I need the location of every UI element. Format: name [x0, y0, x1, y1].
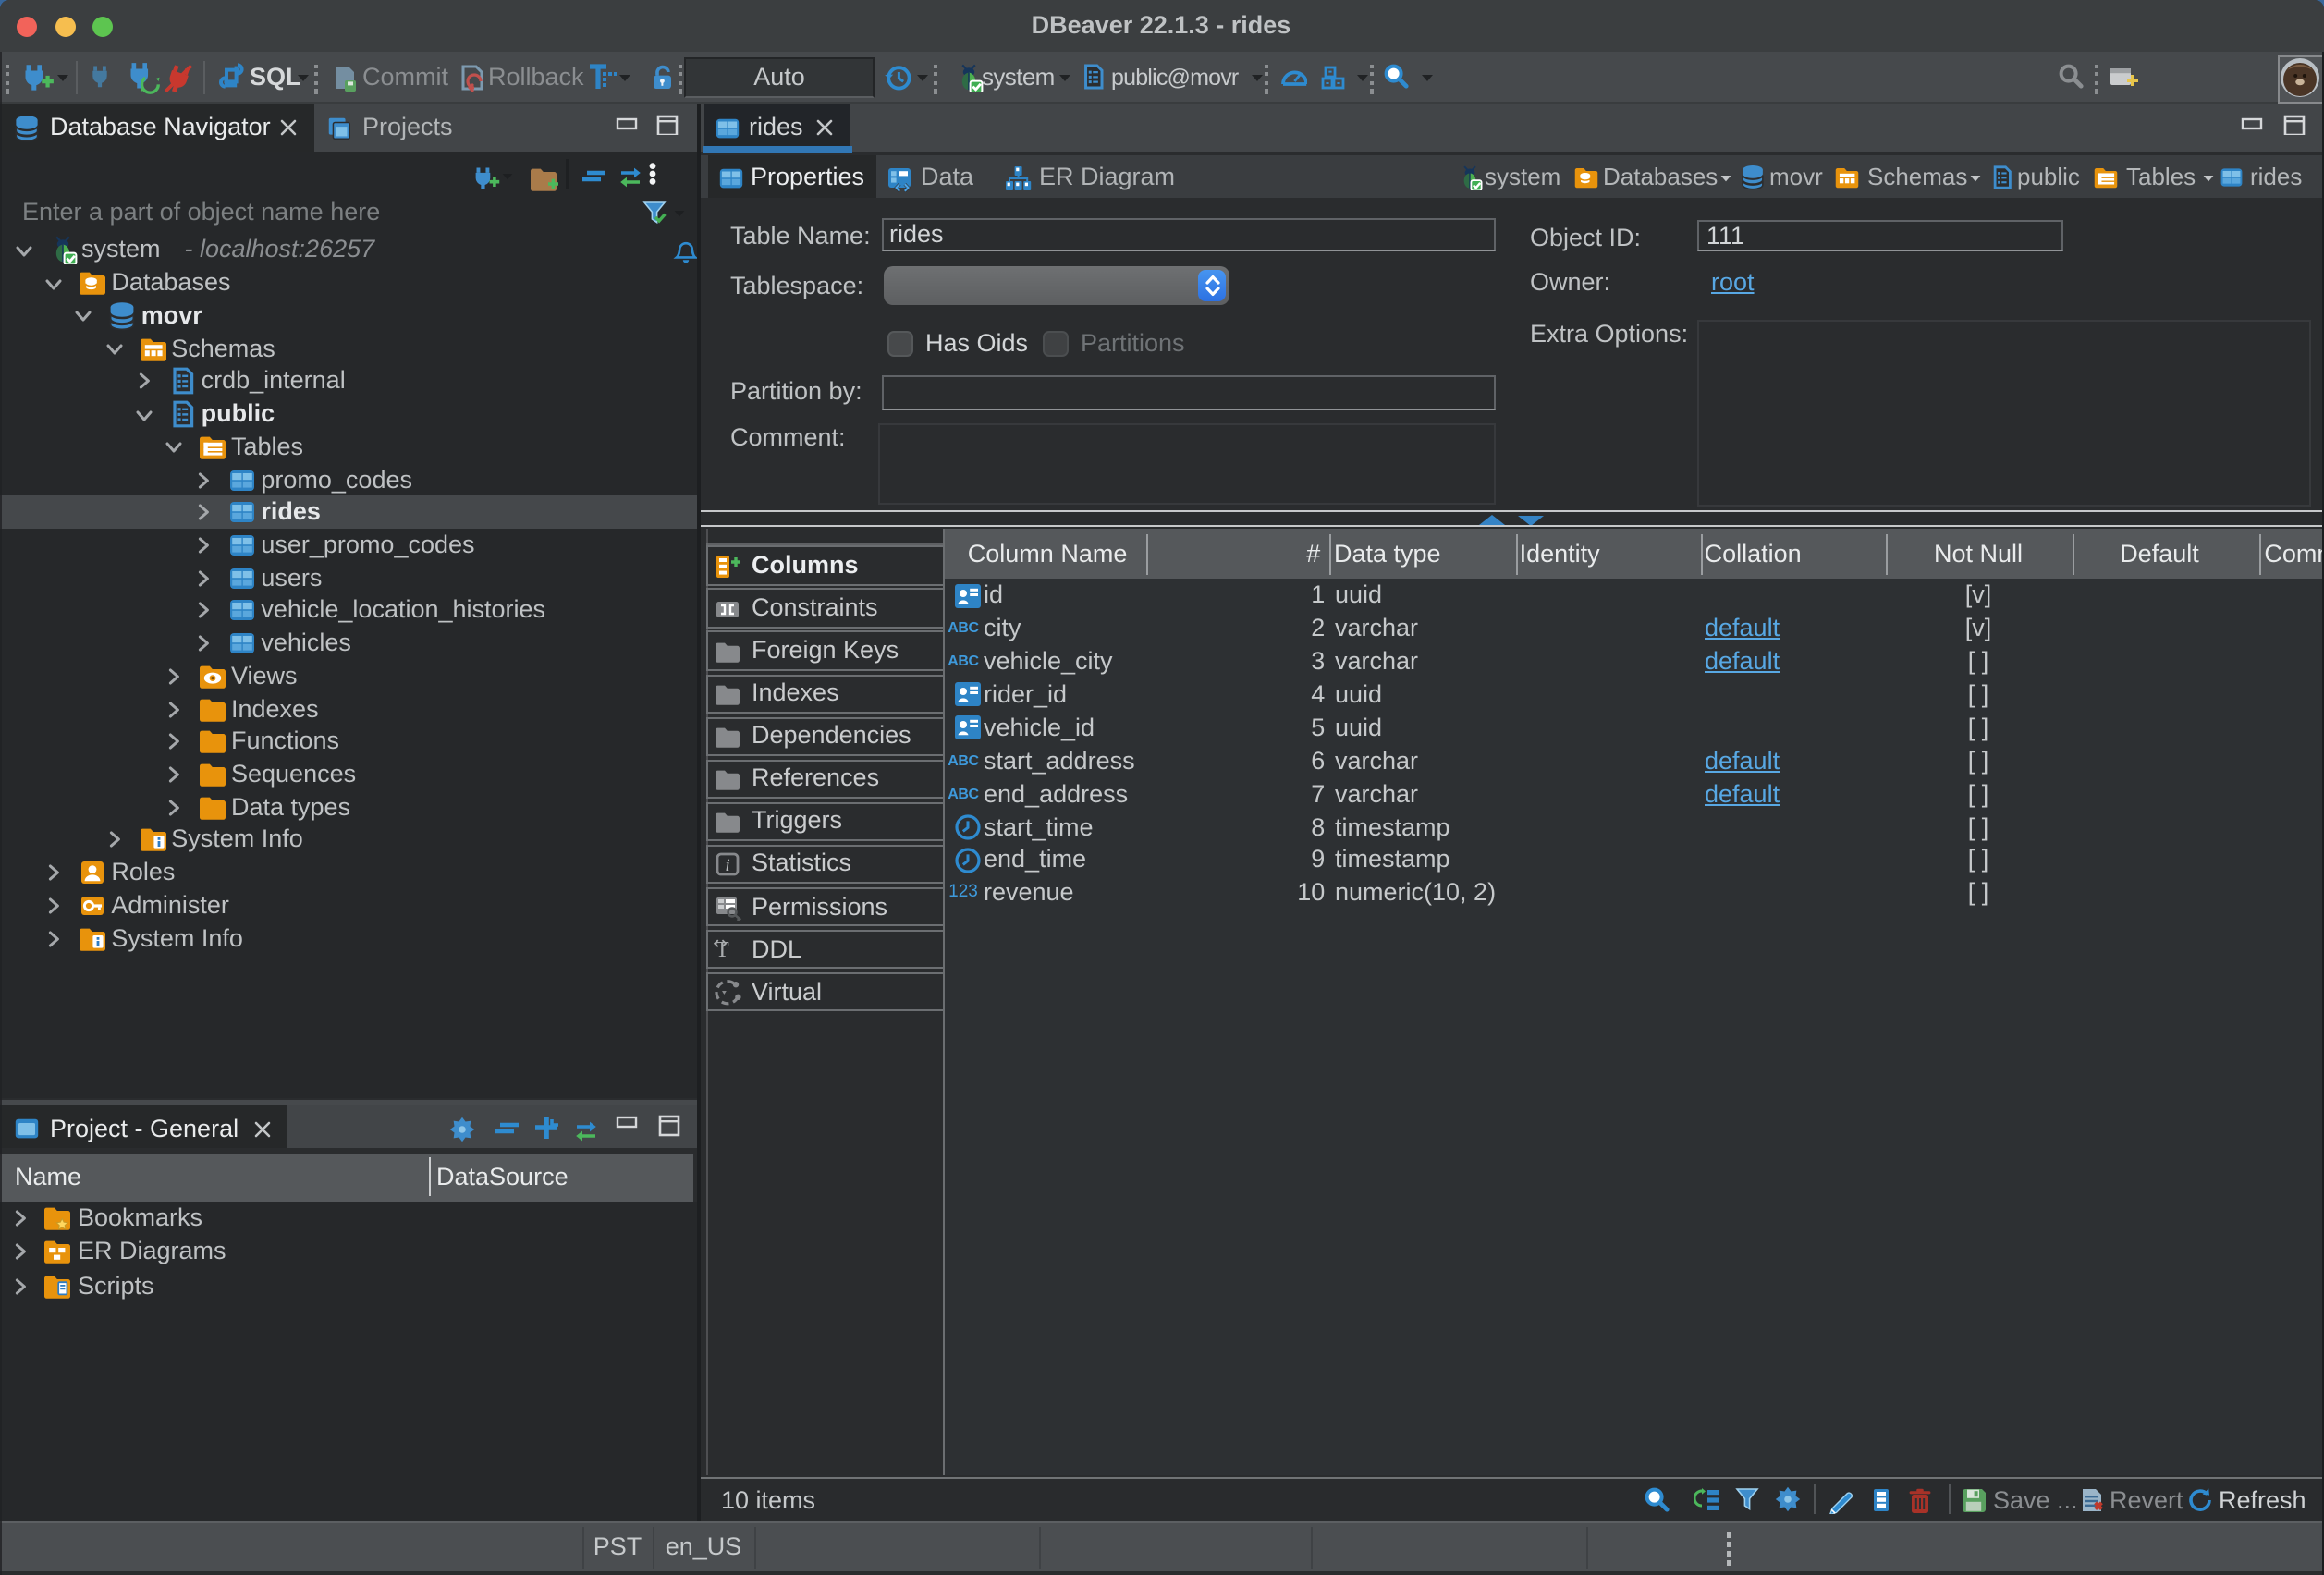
svg-text:i: i — [725, 856, 729, 875]
svg-text:T: T — [716, 938, 729, 962]
